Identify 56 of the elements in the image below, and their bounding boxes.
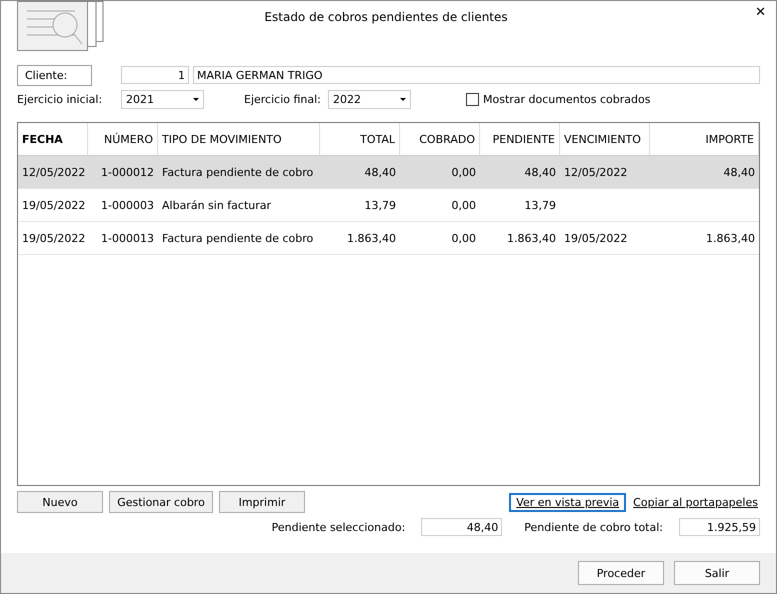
- table-cell: 13,79: [364, 198, 396, 212]
- table-cell: 19/05/2022: [22, 232, 86, 244]
- table-cell: 1-000003: [101, 198, 154, 212]
- table-cell: 12/05/2022: [22, 166, 86, 178]
- table-cell: 13,79: [524, 198, 556, 212]
- close-button[interactable]: ✕: [755, 5, 766, 20]
- total-field: 48,40: [421, 518, 502, 536]
- action-button[interactable]: Nuevo: [17, 491, 103, 513]
- total-label: Pendiente de cobro total:: [524, 520, 663, 534]
- dialog-button[interactable]: Proceder: [578, 561, 664, 585]
- table-cell: 48,40: [724, 166, 755, 178]
- column-header[interactable]: TOTAL: [320, 123, 400, 155]
- table-cell: 19/05/2022: [22, 198, 86, 212]
- table-cell: 48,40: [364, 166, 396, 178]
- table-cell: 12/05/2022: [564, 166, 628, 178]
- total-field: 1.925,59: [679, 518, 760, 536]
- checkbox-label: Mostrar documentos cobrados: [483, 92, 650, 106]
- column-header[interactable]: PENDIENTE: [480, 123, 560, 155]
- table-cell: 0,00: [452, 166, 476, 178]
- action-button[interactable]: Imprimir: [219, 491, 305, 513]
- table-cell: 19/05/2022: [564, 232, 628, 244]
- client-name-field[interactable]: MARIA GERMAN TRIGO: [193, 66, 760, 84]
- dialog-button[interactable]: Salir: [674, 561, 760, 585]
- table-cell: 1-000013: [101, 232, 154, 244]
- table-cell: 1.863,40: [706, 232, 755, 244]
- start-year-label: Ejercicio inicial:: [17, 92, 104, 106]
- table-cell: Albarán sin facturar: [162, 198, 272, 212]
- column-header[interactable]: FECHA: [18, 123, 88, 155]
- link[interactable]: Copiar al portapapeles: [626, 492, 760, 512]
- end-year-dropdown[interactable]: 2022: [328, 90, 411, 108]
- column-header[interactable]: NÚMERO: [88, 123, 158, 155]
- window-title: Estado de cobros pendientes de clientes: [263, 10, 509, 24]
- action-button[interactable]: Gestionar cobro: [109, 491, 213, 513]
- end-year-label: Ejercicio final:: [244, 92, 322, 106]
- link[interactable]: Ver en vista previa: [509, 492, 626, 512]
- table-row[interactable]: 12/05/2022 1-000012 Factura pendiente de cobro 48,40 0,00 48,40 12/05/2022 48,40: [18, 156, 759, 189]
- table-cell: 0,00: [452, 232, 476, 244]
- checkbox[interactable]: [466, 92, 479, 106]
- start-year-dropdown[interactable]: 2021: [121, 90, 204, 108]
- client-number-field[interactable]: 1: [121, 66, 189, 84]
- data-table[interactable]: [17, 122, 760, 486]
- table-cell: 1-000012: [101, 166, 154, 178]
- column-header[interactable]: TIPO DE MOVIMIENTO: [158, 123, 320, 155]
- table-cell: 1.863,40: [507, 232, 556, 244]
- table-cell: Factura pendiente de cobro: [162, 166, 314, 178]
- column-header[interactable]: IMPORTE: [650, 123, 759, 155]
- table-row[interactable]: 19/05/2022 1-000003 Albarán sin facturar 13,79 0,00 13,79: [18, 189, 759, 222]
- total-label: Pendiente seleccionado:: [272, 520, 406, 534]
- client-label: Cliente:: [17, 64, 92, 86]
- table-row[interactable]: 19/05/2022 1-000013 Factura pendiente de cobro 1.863,40 0,00 1.863,40 19/05/2022 1.863,40: [18, 222, 759, 255]
- table-cell: 0,00: [452, 198, 476, 212]
- column-header[interactable]: COBRADO: [400, 123, 480, 155]
- column-header[interactable]: VENCIMIENTO: [560, 123, 650, 155]
- table-cell: 48,40: [524, 166, 556, 178]
- table-cell: 1.863,40: [347, 232, 396, 244]
- table-cell: Factura pendiente de cobro: [162, 232, 314, 244]
